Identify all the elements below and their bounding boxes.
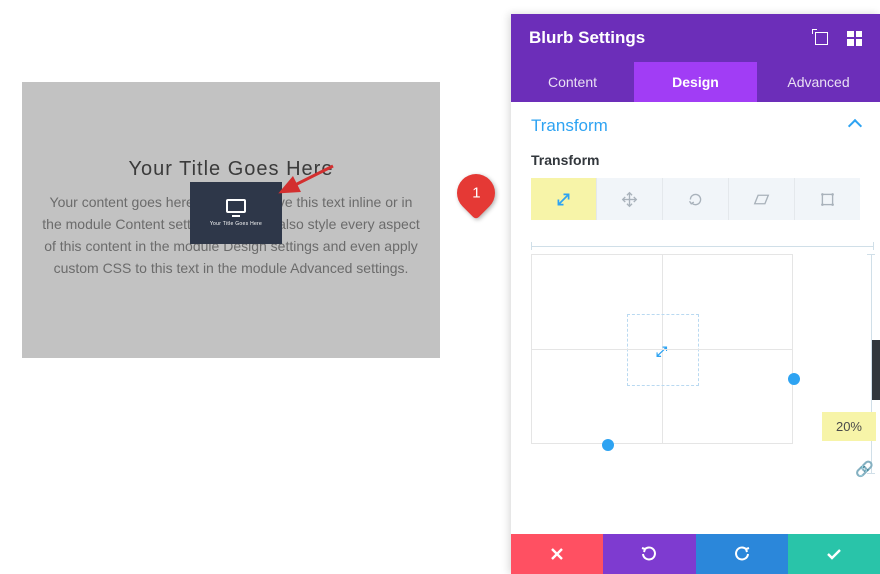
edge-handle[interactable] bbox=[872, 340, 880, 400]
skew-icon bbox=[753, 191, 770, 208]
blurb-title: Your Title Goes Here bbox=[42, 158, 420, 181]
panel-body: Transform Transform bbox=[511, 102, 880, 574]
annotation-pin-1: 1 bbox=[449, 166, 503, 220]
undo-icon bbox=[640, 545, 658, 563]
redo-button[interactable] bbox=[696, 534, 788, 574]
transform-skew-button[interactable] bbox=[728, 178, 794, 220]
tab-advanced[interactable]: Advanced bbox=[757, 62, 880, 102]
scale-icon bbox=[555, 191, 572, 208]
save-button[interactable] bbox=[788, 534, 880, 574]
monitor-stand bbox=[232, 215, 240, 217]
transform-scale-button[interactable] bbox=[531, 178, 596, 220]
expand-icon[interactable] bbox=[814, 31, 829, 46]
handle-y[interactable] bbox=[788, 373, 800, 385]
panel-footer bbox=[511, 534, 880, 574]
origin-icon bbox=[819, 191, 836, 208]
axis-horizontal bbox=[531, 246, 874, 247]
section-transform-toggle[interactable]: Transform bbox=[511, 102, 880, 144]
transform-origin-button[interactable] bbox=[794, 178, 860, 220]
handle-x[interactable] bbox=[602, 439, 614, 451]
undo-button[interactable] bbox=[603, 534, 695, 574]
expand-arrows-icon[interactable]: ⤢ bbox=[656, 343, 667, 360]
transform-grid[interactable]: ⤢ 🔗 bbox=[531, 254, 860, 464]
link-values-icon[interactable]: 🔗 bbox=[855, 460, 874, 478]
transform-tool-row bbox=[531, 178, 860, 220]
tab-content[interactable]: Content bbox=[511, 62, 634, 102]
check-icon bbox=[825, 545, 843, 563]
cancel-button[interactable] bbox=[511, 534, 603, 574]
panel-title: Blurb Settings bbox=[529, 28, 645, 48]
module-drag-thumb[interactable]: Your Title Goes Here bbox=[190, 182, 282, 244]
grid-icon[interactable] bbox=[847, 31, 862, 46]
chevron-up-icon bbox=[848, 119, 862, 133]
grid-box: ⤢ bbox=[531, 254, 793, 444]
monitor-icon bbox=[226, 199, 246, 213]
redo-icon bbox=[733, 545, 751, 563]
thumb-caption: Your Title Goes Here bbox=[210, 221, 262, 227]
transform-label: Transform bbox=[511, 144, 880, 178]
transform-move-button[interactable] bbox=[596, 178, 662, 220]
rotate-icon bbox=[687, 191, 704, 208]
transform-rotate-button[interactable] bbox=[662, 178, 728, 220]
value-y-input[interactable]: 20% bbox=[822, 412, 876, 441]
panel-header: Blurb Settings bbox=[511, 14, 880, 62]
move-icon bbox=[621, 191, 638, 208]
tab-design[interactable]: Design bbox=[634, 62, 757, 102]
section-title: Transform bbox=[531, 116, 608, 136]
settings-panel: Blurb Settings Content Design Advanced T… bbox=[511, 14, 880, 574]
tab-bar: Content Design Advanced bbox=[511, 62, 880, 102]
close-icon bbox=[549, 546, 565, 562]
